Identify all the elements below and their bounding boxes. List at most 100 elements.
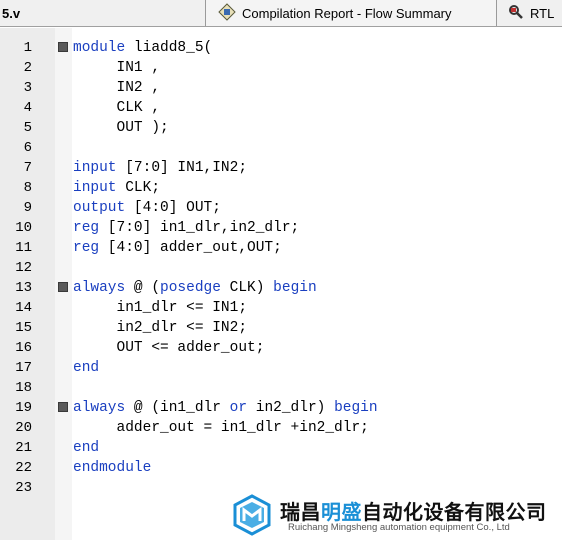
code-text: output [4:0] OUT;	[73, 198, 221, 218]
company-name-suffix: 自动化设备有限公司	[362, 500, 547, 524]
code-token: @ (	[125, 280, 161, 296]
code-line[interactable]: 6	[0, 138, 562, 158]
line-number: 13	[15, 280, 32, 296]
code-token: in1_dlr <= IN1;	[73, 300, 248, 316]
keyword-token: input	[73, 160, 117, 176]
code-line[interactable]: 2 IN1 ,	[0, 58, 562, 78]
keyword-token: begin	[273, 280, 317, 296]
fold-toggle-icon[interactable]	[58, 282, 68, 292]
code-text: endmodule	[73, 458, 151, 478]
code-token: CLK)	[220, 280, 274, 296]
code-line[interactable]: 9 output [4:0] OUT;	[0, 198, 562, 218]
line-number: 1	[23, 40, 32, 56]
code-token: @ (in1_dlr	[125, 400, 230, 416]
keyword-token: endmodule	[73, 460, 152, 476]
company-name-prefix: 瑞昌	[280, 500, 321, 524]
code-token: IN2 ,	[73, 80, 161, 96]
code-text: input CLK;	[73, 178, 160, 198]
keyword-token: posedge	[160, 280, 221, 296]
keyword-token: begin	[334, 400, 378, 416]
code-text: end	[73, 438, 99, 458]
tab-rtl-viewer[interactable]: RTL	[506, 0, 554, 26]
keyword-token: reg	[73, 220, 100, 236]
line-number: 19	[15, 400, 32, 416]
code-text: OUT );	[73, 118, 169, 138]
line-number: 5	[23, 120, 32, 136]
line-number: 20	[15, 420, 32, 436]
code-token: in2_dlr <= IN2;	[73, 320, 248, 336]
code-line[interactable]: 16 OUT <= adder_out;	[0, 338, 562, 358]
tab-rtl-label: RTL	[530, 5, 555, 21]
line-number: 11	[15, 240, 32, 256]
keyword-token: always	[73, 400, 126, 416]
keyword-token: always	[73, 280, 126, 296]
code-token: in2_dlr)	[247, 400, 335, 416]
code-line[interactable]: 12	[0, 258, 562, 278]
keyword-token: end	[73, 440, 100, 456]
code-line[interactable]: 20 adder_out = in1_dlr +in2_dlr;	[0, 418, 562, 438]
code-token: liadd8_5(	[125, 40, 213, 56]
tab-compilation-report[interactable]: Compilation Report - Flow Summary	[205, 0, 497, 26]
line-number: 14	[15, 300, 32, 316]
line-number: 18	[15, 380, 32, 396]
code-text: always @ (posedge CLK) begin	[73, 278, 317, 298]
line-number: 17	[15, 360, 32, 376]
line-number: 8	[23, 180, 32, 196]
code-line[interactable]: 10 reg [7:0] in1_dlr,in2_dlr;	[0, 218, 562, 238]
code-line[interactable]: 14 in1_dlr <= IN1;	[0, 298, 562, 318]
line-number: 15	[15, 320, 32, 336]
tab-bar: 5.v Compilation Report - Flow Summary RT…	[0, 0, 562, 27]
code-line[interactable]: 13 always @ (posedge CLK) begin	[0, 278, 562, 298]
code-line[interactable]: 4 CLK ,	[0, 98, 562, 118]
code-text: module liadd8_5(	[73, 38, 212, 58]
code-line[interactable]: 7 input [7:0] IN1,IN2;	[0, 158, 562, 178]
code-token: [7:0] in1_dlr,in2_dlr;	[99, 220, 300, 236]
tab-report-label: Compilation Report - Flow Summary	[242, 5, 452, 21]
keyword-token: output	[73, 200, 126, 216]
company-watermark: 瑞昌明盛自动化设备有限公司 Ruichang Mingsheng automat…	[230, 492, 562, 538]
code-line[interactable]: 15 in2_dlr <= IN2;	[0, 318, 562, 338]
code-line[interactable]: 18	[0, 378, 562, 398]
code-line[interactable]: 11 reg [4:0] adder_out,OUT;	[0, 238, 562, 258]
keyword-token: or	[229, 400, 248, 416]
company-name-en: Ruichang Mingsheng automation equipment …	[288, 522, 510, 533]
code-text: end	[73, 358, 99, 378]
keyword-token: reg	[73, 240, 100, 256]
code-line[interactable]: 22 endmodule	[0, 458, 562, 478]
line-number: 2	[23, 60, 32, 76]
code-line[interactable]: 21 end	[0, 438, 562, 458]
code-token: CLK;	[116, 180, 161, 196]
company-name-highlight: 明盛	[321, 500, 362, 524]
line-number: 4	[23, 100, 32, 116]
code-line[interactable]: 5 OUT );	[0, 118, 562, 138]
code-text: OUT <= adder_out;	[73, 338, 265, 358]
line-number: 22	[15, 460, 32, 476]
line-number: 21	[15, 440, 32, 456]
line-number: 12	[15, 260, 32, 276]
code-token: IN1 ,	[73, 60, 161, 76]
line-number: 16	[15, 340, 32, 356]
code-text: CLK ,	[73, 98, 161, 118]
rtl-viewer-icon	[508, 4, 524, 23]
code-editor[interactable]: 1 module liadd8_5(2 IN1 ,3 IN2 ,4 CLK ,5 …	[0, 38, 562, 498]
tab-verilog-file[interactable]: 5.v	[0, 0, 20, 26]
line-number: 9	[23, 200, 32, 216]
code-token: adder_out = in1_dlr +in2_dlr;	[73, 420, 369, 436]
code-token: [4:0] OUT;	[125, 200, 221, 216]
fold-toggle-icon[interactable]	[58, 42, 68, 52]
line-number: 7	[23, 160, 32, 176]
line-number: 10	[15, 220, 32, 236]
code-line[interactable]: 1 module liadd8_5(	[0, 38, 562, 58]
tab-file-label: 5.v	[2, 5, 21, 21]
code-token: CLK ,	[73, 100, 161, 116]
code-token: [7:0] IN1,IN2;	[116, 160, 248, 176]
code-line[interactable]: 8 input CLK;	[0, 178, 562, 198]
code-text: in1_dlr <= IN1;	[73, 298, 248, 318]
code-line[interactable]: 17 end	[0, 358, 562, 378]
code-text: reg [7:0] in1_dlr,in2_dlr;	[73, 218, 299, 238]
code-line[interactable]: 3 IN2 ,	[0, 78, 562, 98]
code-text: adder_out = in1_dlr +in2_dlr;	[73, 418, 369, 438]
fold-toggle-icon[interactable]	[58, 402, 68, 412]
code-token: OUT );	[73, 120, 169, 136]
code-line[interactable]: 19 always @ (in1_dlr or in2_dlr) begin	[0, 398, 562, 418]
